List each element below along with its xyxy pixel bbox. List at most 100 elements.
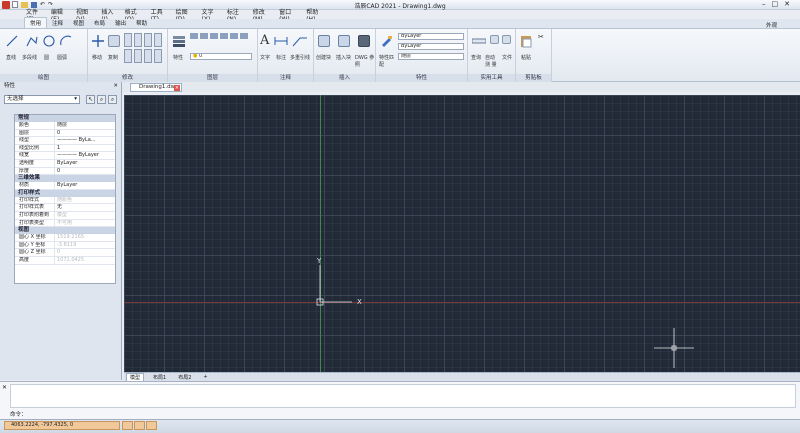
draw-group-title[interactable]: 绘图	[0, 74, 87, 82]
property-value[interactable]: 0	[55, 168, 115, 175]
property-value[interactable]: 随颜色	[55, 197, 115, 204]
property-row[interactable]: 打印样式表无	[15, 204, 115, 212]
select-objects-icon[interactable]: ⌕	[97, 95, 106, 104]
mirror-icon[interactable]	[144, 33, 152, 47]
add-layout-icon[interactable]: +	[200, 374, 210, 380]
property-row[interactable]: 打印样式 随颜色	[15, 196, 115, 205]
property-value[interactable]: 随层	[55, 122, 115, 129]
erase-icon[interactable]	[154, 49, 162, 63]
create-block-icon[interactable]	[318, 35, 330, 47]
property-row[interactable]: 材质 ByLayer	[15, 182, 115, 190]
property-value[interactable]: ———— ByLa...	[55, 137, 115, 144]
layer-tool-icon[interactable]	[190, 33, 198, 39]
grid-toggle-icon[interactable]	[134, 421, 145, 430]
tab-layout1[interactable]: 布局1	[150, 374, 169, 381]
color-combo[interactable]: ByLayer	[398, 33, 464, 40]
stretch-icon[interactable]	[124, 49, 132, 63]
fillet-icon[interactable]	[154, 33, 162, 47]
polyline-icon[interactable]	[26, 35, 38, 47]
rotate-icon[interactable]	[124, 33, 132, 47]
move-icon[interactable]	[92, 35, 104, 47]
linetype-combo[interactable]: ByLayer	[398, 43, 464, 50]
layer-properties-icon[interactable]	[172, 34, 186, 48]
measure-icon[interactable]	[472, 37, 486, 45]
layer-tool-icon[interactable]	[210, 33, 218, 39]
array-icon[interactable]	[144, 49, 152, 63]
layer-combo[interactable]: ● 0	[190, 53, 252, 60]
property-value[interactable]: ———— ByLayer	[55, 152, 115, 159]
property-value[interactable]: 不可用	[55, 220, 115, 227]
property-value[interactable]: 1519.2165	[55, 234, 115, 241]
toggle-pickadd-icon[interactable]: ↖	[86, 95, 95, 104]
layer-tool-icon[interactable]	[200, 33, 208, 39]
property-row[interactable]: 圆心 X 坐标 1519.2165	[15, 234, 115, 242]
copy-icon[interactable]	[108, 35, 120, 47]
layer-tool-icon[interactable]	[230, 33, 238, 39]
modify-group-title[interactable]: 修改	[88, 74, 167, 82]
drawing-tab[interactable]: Drawing1.dwg ×	[130, 83, 182, 92]
property-row[interactable]: 线型 ———— ByLa...	[15, 137, 115, 145]
dwg-reference-icon[interactable]	[358, 35, 370, 47]
layer-group-title[interactable]: 图层	[168, 74, 257, 82]
tab-help[interactable]: 帮助	[131, 18, 152, 28]
property-row[interactable]: 高度 1071.0425	[15, 256, 115, 265]
line-icon[interactable]	[6, 35, 18, 47]
circle-icon[interactable]	[43, 35, 55, 47]
tab-layout2[interactable]: 布局2	[175, 374, 194, 381]
command-window-close-icon[interactable]: ✕	[2, 384, 7, 391]
property-row[interactable]: 线型比例 1	[15, 144, 115, 153]
multileader-icon[interactable]	[292, 35, 308, 47]
coordinate-readout[interactable]: 4063.2224, -797.4325, 0	[4, 421, 120, 430]
tab-annotate[interactable]: 注释	[47, 18, 68, 28]
properties-group-title[interactable]: 特性	[376, 74, 467, 82]
dimension-icon[interactable]	[274, 36, 288, 46]
section-header[interactable]: 视图	[15, 227, 115, 235]
panel-close-icon[interactable]: ✕	[113, 82, 118, 90]
quick-select-icon[interactable]: ⌕	[108, 95, 117, 104]
property-value[interactable]: -3.8119	[55, 242, 115, 249]
arc-icon[interactable]	[60, 35, 72, 47]
text-icon[interactable]: A	[260, 33, 269, 48]
annotation-group-title[interactable]: 注释	[258, 74, 313, 82]
tab-output[interactable]: 输出	[110, 18, 131, 28]
section-header[interactable]: 三维效果	[15, 175, 115, 183]
minimize-icon[interactable]: –	[762, 0, 772, 8]
property-row[interactable]: 颜色 随层	[15, 122, 115, 130]
auto-measure-icon[interactable]	[490, 35, 499, 44]
property-row[interactable]: 圆心 Z 坐标 0	[15, 249, 115, 257]
tab-layout[interactable]: 布局	[89, 18, 110, 28]
section-header[interactable]: 常规	[15, 115, 115, 122]
utilities-group-title[interactable]: 实用工具	[468, 74, 515, 82]
property-value[interactable]: 0	[55, 130, 115, 137]
property-value[interactable]: 1071.0425	[55, 257, 115, 264]
file-icon[interactable]	[502, 35, 511, 44]
insert-group-title[interactable]: 插入	[314, 74, 375, 82]
property-value[interactable]: 模型	[55, 212, 115, 219]
property-row[interactable]: 图层 0	[15, 129, 115, 138]
lineweight-combo[interactable]: 随层	[398, 53, 464, 60]
property-row[interactable]: 透明度 ByLayer	[15, 159, 115, 168]
property-row[interactable]: 线宽 ———— ByLayer	[15, 152, 115, 160]
paste-icon[interactable]	[520, 34, 532, 48]
clipboard-group-title[interactable]: 剪贴板	[516, 74, 551, 82]
layer-tool-icon[interactable]	[240, 33, 248, 39]
property-row[interactable]: 圆心 Y 坐标 -3.8119	[15, 241, 115, 250]
tab-view[interactable]: 视图	[68, 18, 89, 28]
property-row[interactable]: 打印表类型 不可用	[15, 219, 115, 228]
section-header[interactable]: 打印样式	[15, 189, 115, 197]
trim-icon[interactable]	[134, 33, 142, 47]
drawing-canvas[interactable]: Y X	[124, 95, 800, 372]
close-tab-icon[interactable]: ×	[174, 85, 180, 91]
selection-dropdown[interactable]: 无选择 ▾	[4, 95, 80, 104]
layer-tool-icon[interactable]	[220, 33, 228, 39]
snap-toggle-icon[interactable]	[122, 421, 133, 430]
property-row[interactable]: 打印表附着到 模型	[15, 211, 115, 220]
property-value[interactable]: 无	[55, 204, 115, 211]
property-value[interactable]: 0	[55, 249, 115, 256]
close-icon[interactable]: ✕	[784, 0, 796, 8]
match-properties-icon[interactable]	[380, 35, 392, 47]
cut-icon[interactable]: ✂	[538, 33, 544, 41]
insert-block-icon[interactable]	[338, 35, 350, 47]
property-value[interactable]: 1	[55, 145, 115, 152]
command-input[interactable]	[24, 409, 796, 417]
